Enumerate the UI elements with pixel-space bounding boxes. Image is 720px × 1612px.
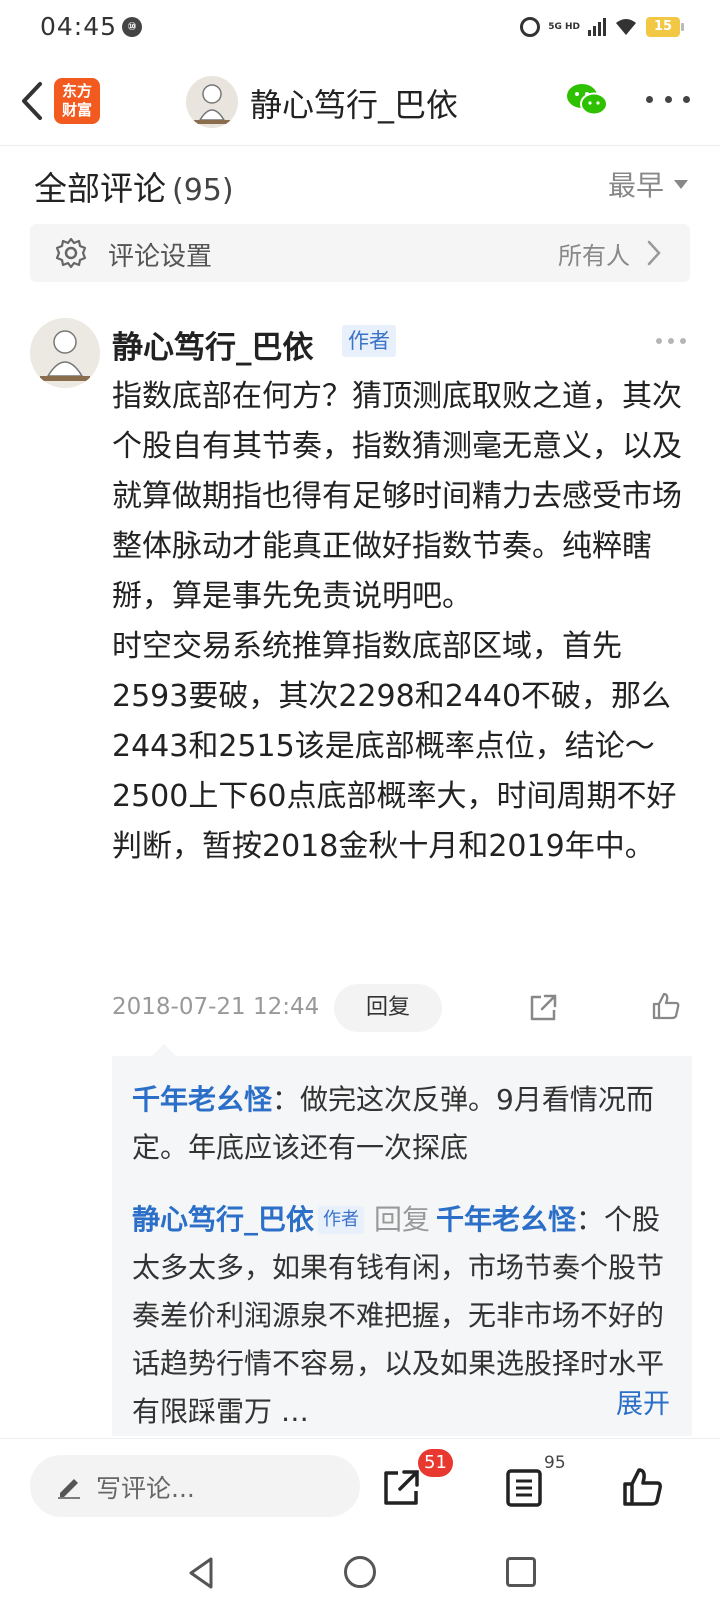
author-badge: 作者 xyxy=(342,325,396,357)
comment-list-icon[interactable] xyxy=(504,1465,544,1511)
reply-target[interactable]: 千年老幺怪 xyxy=(436,1203,576,1236)
comment-input[interactable]: 写评论... xyxy=(30,1455,360,1517)
status-icons: 5G HD 15 xyxy=(520,14,684,40)
sort-dropdown[interactable]: 最早 xyxy=(608,164,688,204)
chevron-right-icon xyxy=(647,240,661,266)
page-title: 静心笃行_巴依 xyxy=(250,86,459,124)
wifi-icon xyxy=(616,19,636,35)
network-label: 5G HD xyxy=(548,21,580,32)
reply-item[interactable]: 千年老幺怪：做完这次反弹。9月看情况而定。年底应该还有一次探底 xyxy=(132,1076,680,1172)
nav-recents-icon[interactable] xyxy=(506,1557,536,1587)
logo-line-2: 财富 xyxy=(61,101,92,119)
thumbs-up-icon[interactable] xyxy=(650,990,682,1022)
reply-author[interactable]: 千年老幺怪 xyxy=(132,1083,272,1116)
gear-icon xyxy=(55,237,87,269)
comment-meta: 2018-07-21 12:44 回复 xyxy=(112,984,692,1034)
logo-line-1: 东方 xyxy=(61,82,92,100)
status-bar: 04:45 ⑩ 5G HD 15 xyxy=(0,0,720,56)
replies-block: 千年老幺怪：做完这次反弹。9月看情况而定。年底应该还有一次探底 静心笃行_巴依作… xyxy=(112,1044,692,1436)
more-icon[interactable] xyxy=(646,96,690,106)
share-icon[interactable] xyxy=(527,992,559,1024)
comment-date: 2018-07-21 12:44 xyxy=(112,994,320,1020)
comment-count-badge: 95 xyxy=(544,1453,566,1473)
author-avatar[interactable] xyxy=(186,76,238,128)
expand-button[interactable]: 展开 xyxy=(608,1382,670,1421)
signal-icon xyxy=(588,18,606,36)
monk-avatar-icon xyxy=(40,330,90,381)
comments-title-label: 全部评论 xyxy=(34,169,166,208)
reply-word: 回复 xyxy=(374,1203,431,1236)
chevron-down-icon xyxy=(674,179,688,189)
alarm-icon xyxy=(520,17,541,37)
reply-button[interactable]: 回复 xyxy=(334,984,442,1032)
author-badge: 作者 xyxy=(318,1206,365,1234)
settings-value: 所有人 xyxy=(558,242,630,270)
comment-settings-row[interactable]: 评论设置 所有人 xyxy=(30,224,690,282)
app-logo[interactable]: 东方 财富 xyxy=(54,78,100,124)
share-count-badge: 51 xyxy=(418,1449,453,1477)
back-arrow-icon[interactable] xyxy=(18,80,48,122)
comment-paragraph: 指数底部在何方？猜顶测底取败之道，其次个股自有其节奏，指数猜测毫无意义，以及就算… xyxy=(112,379,682,614)
reply-item[interactable]: 静心笃行_巴依 作者 回复 千年老幺怪：个股太多太多，如果有钱有闲，市场节奏个股节奏差… xyxy=(132,1196,680,1436)
monk-avatar-icon xyxy=(194,84,230,124)
more-icon[interactable] xyxy=(656,338,686,344)
pen-icon xyxy=(58,1479,80,1499)
share-icon[interactable] xyxy=(378,1465,424,1511)
settings-label: 评论设置 xyxy=(108,242,213,272)
notification-icon: ⑩ xyxy=(122,17,142,37)
comments-title: 全部评论 (95) xyxy=(34,162,234,210)
comments-count: (95) xyxy=(172,173,234,208)
wechat-icon[interactable] xyxy=(566,82,608,118)
app-header: 东方 财富 静心笃行_巴依 xyxy=(0,56,720,146)
nav-back-icon[interactable] xyxy=(186,1556,216,1590)
sort-label: 最早 xyxy=(607,169,664,202)
comment-body: 指数底部在何方？猜顶测底取败之道，其次个股自有其节奏，指数猜测毫无意义，以及就算… xyxy=(112,372,692,872)
bottom-action-bar: 写评论... 51 95 xyxy=(0,1438,720,1534)
thumbs-up-icon[interactable] xyxy=(620,1465,664,1509)
nav-home-icon[interactable] xyxy=(344,1556,376,1588)
battery-icon: 15 xyxy=(646,17,684,37)
comment-placeholder: 写评论... xyxy=(96,1474,195,1503)
comment-paragraph: 时空交易系统推算指数底部区域，首先2593要破，其次2298和2440不破，那么… xyxy=(112,629,677,864)
comment-author[interactable]: 静心笃行_巴依 xyxy=(112,322,314,367)
avatar[interactable] xyxy=(30,318,100,388)
reply-text: ：个股太多太多，如果有钱有闲，市场节奏个股节奏差价利润源泉不难把握，无非市场不好… xyxy=(132,1203,665,1428)
reply-author[interactable]: 静心笃行_巴依 xyxy=(132,1203,314,1236)
system-nav-bar xyxy=(0,1534,720,1612)
status-time: 04:45 xyxy=(40,12,118,41)
replies-arrow xyxy=(152,1044,176,1056)
